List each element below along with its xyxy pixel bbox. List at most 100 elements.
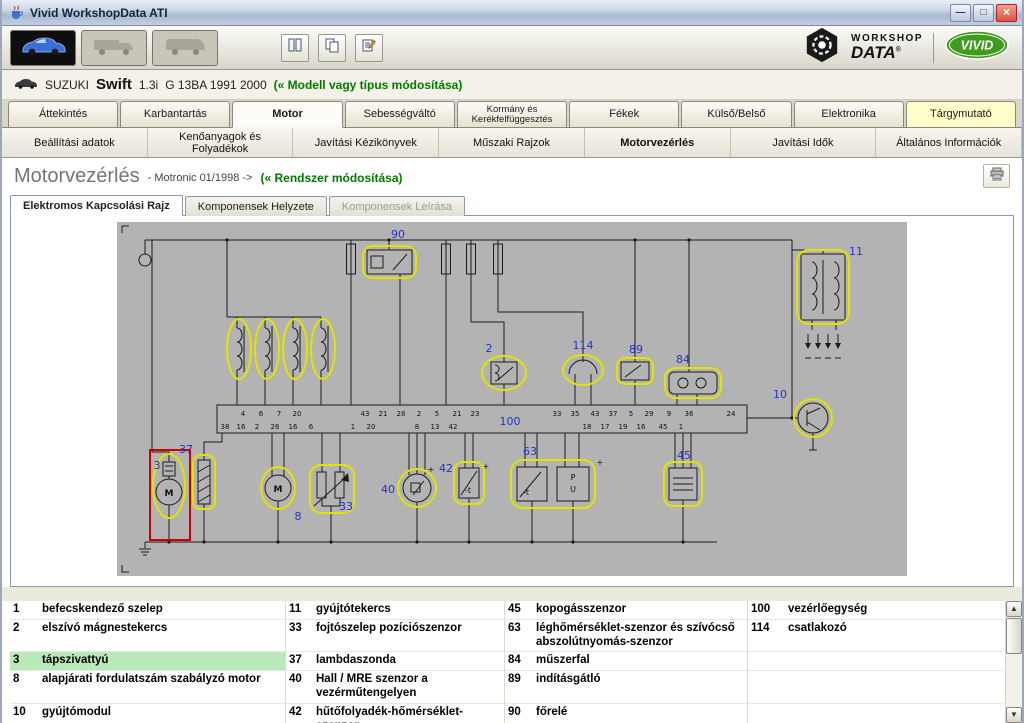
legend-key[interactable]: 11 xyxy=(285,601,312,620)
legend-desc[interactable]: vezérlőegység xyxy=(784,601,1003,620)
main-tab-targymutato[interactable]: Tárgymutató xyxy=(905,101,1016,127)
vehicle-type-van-tab[interactable] xyxy=(152,29,218,66)
minimize-button[interactable]: — xyxy=(950,3,971,22)
main-tab-karbantartas[interactable]: Karbantartás xyxy=(120,101,231,127)
legend-desc[interactable]: gyújtómodul xyxy=(38,704,285,723)
ecu-pin-number: 17 xyxy=(601,423,610,431)
legend-key[interactable]: 33 xyxy=(285,619,312,653)
legend-key[interactable]: 100 xyxy=(747,601,784,620)
component-callout-90[interactable]: 90 xyxy=(391,228,405,241)
component-callout-10[interactable]: 10 xyxy=(773,388,787,401)
component-callout-11[interactable]: 11 xyxy=(849,245,863,258)
main-tab-kulso-belso[interactable]: Külső/Belső xyxy=(681,101,792,127)
main-tab-sebessegvalto[interactable]: Sebességváltó xyxy=(344,101,455,127)
sub-tab-beallitasi-adatok[interactable]: Beállítási adatok xyxy=(2,128,148,157)
legend-desc[interactable]: műszerfal xyxy=(532,652,747,672)
main-tab-fekek[interactable]: Fékek xyxy=(569,101,680,127)
legend-desc[interactable]: léghőmérséklet-szenzor és szívócső abszo… xyxy=(532,620,747,653)
legend-desc[interactable]: Hall / MRE szenzor a vezérműtengelyen xyxy=(312,671,504,704)
ecu-pin-number: 35 xyxy=(571,410,580,418)
component-callout-33[interactable]: 33 xyxy=(339,500,353,513)
legend-key[interactable]: 1 xyxy=(10,601,38,620)
legend-desc[interactable]: befecskendező szelep xyxy=(38,601,285,620)
legend-desc[interactable]: gyújtótekercs xyxy=(312,601,504,620)
change-model-link[interactable]: (« Modell vagy típus módosítása) xyxy=(274,78,463,92)
scroll-down-button[interactable]: ▼ xyxy=(1006,707,1022,723)
legend-desc[interactable]: alapjárati fordulatszám szabályzó motor xyxy=(38,671,285,704)
sub-tab-muszaki-rajzok[interactable]: Műszaki Rajzok xyxy=(439,128,585,157)
car-icon xyxy=(19,34,67,61)
legend-key[interactable] xyxy=(747,671,784,704)
component-callout-37[interactable]: 37 xyxy=(179,443,193,456)
legend-key[interactable] xyxy=(747,652,784,672)
sub-tab-motorvezerles[interactable]: Motorvezérlés xyxy=(585,128,731,157)
component-callout-45[interactable]: 45 xyxy=(677,449,691,462)
component-callout-114[interactable]: 114 xyxy=(573,339,594,352)
legend-key[interactable]: 37 xyxy=(285,652,312,672)
legend-key[interactable]: 8 xyxy=(10,671,38,704)
columns-view-button[interactable] xyxy=(281,33,309,62)
legend-key[interactable]: 2 xyxy=(10,620,38,653)
legend-key[interactable]: 63 xyxy=(504,619,532,653)
component-callout-2[interactable]: 2 xyxy=(486,342,493,355)
vehicle-type-car-tab[interactable] xyxy=(10,29,76,66)
print-button[interactable] xyxy=(983,164,1010,188)
legend-desc[interactable]: főrelé xyxy=(532,704,747,723)
legend-desc[interactable]: lambdaszonda xyxy=(312,652,504,672)
ecu-pin-number: 18 xyxy=(583,423,592,431)
main-tab-motor[interactable]: Motor xyxy=(232,101,343,128)
legend-desc[interactable]: kopogásszenzor xyxy=(532,601,747,620)
legend-desc[interactable] xyxy=(784,704,1003,723)
legend-desc[interactable] xyxy=(784,671,1003,704)
scroll-up-button[interactable]: ▲ xyxy=(1006,601,1022,617)
legend-desc[interactable]: csatlakozó xyxy=(784,620,1003,653)
main-tab-attekintes[interactable]: Áttekintés xyxy=(8,101,119,127)
sub-tab-altalanos-informaciok[interactable]: Általános Információk xyxy=(876,128,1023,157)
legend-key[interactable]: 3 xyxy=(10,652,38,672)
title-bar[interactable]: Vivid WorkshopData ATI — □ × xyxy=(2,0,1022,26)
scrollbar-thumb[interactable] xyxy=(1006,618,1022,654)
workshop-data-logo: WORKSHOP DATA® xyxy=(851,33,923,62)
legend-desc[interactable]: tápszivattyú xyxy=(38,652,285,672)
component-callout-63[interactable]: 63 xyxy=(523,445,537,458)
legend-desc[interactable] xyxy=(784,652,1003,672)
wiring-diagram[interactable]: 90112 114 898410010337833404263 454 6 7 20 43 21… xyxy=(117,222,907,576)
sub-tab-javitasi-kezikonyvek[interactable]: Javítási Kézikönyvek xyxy=(293,128,440,157)
ecu-pin-number: 6 xyxy=(309,423,314,431)
component-callout-40[interactable]: 40 xyxy=(381,483,395,496)
legend-key[interactable]: 114 xyxy=(747,619,784,653)
legend-key[interactable]: 90 xyxy=(504,703,532,723)
legend-key[interactable]: 89 xyxy=(504,671,532,704)
content-tab-elektromos-kapcsolasi-rajz[interactable]: Elektromos Kapcsolási Rajz xyxy=(10,195,183,216)
notes-button[interactable] xyxy=(355,33,383,62)
vehicle-type-truck-tab[interactable] xyxy=(81,29,147,66)
legend-desc[interactable]: elszívó mágnestekercs xyxy=(38,620,285,653)
legend-desc[interactable]: fojtószelep pozíciószenzor xyxy=(312,620,504,653)
component-callout-42[interactable]: 42 xyxy=(439,462,453,475)
legend-key[interactable]: 84 xyxy=(504,652,532,672)
diagram-canvas xyxy=(117,222,907,576)
ecu-pin-number: 45 xyxy=(659,423,668,431)
legend-desc[interactable]: indításgátló xyxy=(532,671,747,704)
main-tab-elektronika[interactable]: Elektronika xyxy=(793,101,904,127)
legend-desc[interactable]: hűtőfolyadék-hőmérséklet-szenzor xyxy=(312,704,504,723)
legend-key[interactable]: 45 xyxy=(504,601,532,620)
close-button[interactable]: × xyxy=(996,3,1017,22)
component-callout-8[interactable]: 8 xyxy=(295,510,302,523)
copy-pages-button[interactable] xyxy=(318,33,346,62)
legend-scrollbar[interactable]: ▲ ▼ xyxy=(1005,601,1022,723)
legend-key[interactable] xyxy=(747,703,784,723)
change-system-link[interactable]: (« Rendszer módosítása) xyxy=(260,171,402,185)
component-callout-3[interactable]: 3 xyxy=(154,459,161,472)
legend-key[interactable]: 42 xyxy=(285,703,312,723)
component-callout-84[interactable]: 84 xyxy=(676,353,690,366)
maximize-button[interactable]: □ xyxy=(973,3,994,22)
sub-tab-javitasi-idok[interactable]: Javítási Idők xyxy=(731,128,877,157)
sub-tab-kenoanyagok-es-folyadekok[interactable]: Kenőanyagok és Folyadékok xyxy=(148,128,294,157)
legend-key[interactable]: 10 xyxy=(10,704,38,723)
content-tab-komponensek-helyzete[interactable]: Komponensek Helyzete xyxy=(184,196,327,216)
component-callout-100[interactable]: 100 xyxy=(500,415,521,428)
main-tab-kormany-es-kerekfelfuggesztes[interactable]: Kormány és Kerékfelfüggesztés xyxy=(456,101,568,127)
component-callout-89[interactable]: 89 xyxy=(629,343,643,356)
legend-key[interactable]: 40 xyxy=(285,671,312,704)
